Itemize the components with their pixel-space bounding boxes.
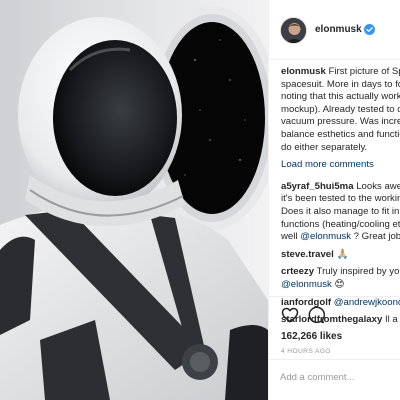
comment-text: ? Great job xyxy=(351,231,400,243)
caption-line: vacuum pressure. Was incredibly hard xyxy=(281,116,400,128)
post-actions: 162,266 likes 4 HOURS AGO xyxy=(269,296,400,392)
comment-text: well xyxy=(281,231,298,243)
comment-username[interactable]: a5yraf_5hui5ma xyxy=(281,181,354,192)
comment-item: a5yraf_5hui5ma Looks awesome! Has it's b… xyxy=(281,181,400,244)
spacesuit-photo xyxy=(0,0,268,400)
caption: elonmusk First picture of SpaceX spacesu… xyxy=(281,66,400,154)
post-side-panel: elonmusk elonmusk First picture of Space… xyxy=(268,0,400,400)
comment-item: crteezy Truly inspired by your work @elo… xyxy=(281,266,400,291)
comment-mention[interactable]: @elonmusk xyxy=(281,279,332,290)
comment-text: 😍 xyxy=(331,278,345,290)
caption-line: spacesuit. More in days to follow. xyxy=(281,78,400,90)
post-photo[interactable] xyxy=(0,0,268,400)
like-count[interactable]: 162,266 likes xyxy=(281,331,342,342)
caption-line: do either separately. xyxy=(281,141,368,153)
caption-line: balance esthetics and function. Easy xyxy=(281,128,400,140)
comment-bubble-icon[interactable] xyxy=(307,306,325,324)
comment-text: Looks awesome! Has xyxy=(356,180,400,192)
comment-mention[interactable]: @elonmusk xyxy=(300,231,351,242)
caption-username[interactable]: elonmusk xyxy=(281,66,326,77)
comment-list: elonmusk First picture of SpaceX spacesu… xyxy=(281,66,400,332)
load-more-comments-link[interactable]: Load more comments xyxy=(281,159,400,172)
comment-username[interactable]: steve.travel xyxy=(281,249,334,260)
comment-text: 🙏🏼 xyxy=(336,248,349,260)
comment-item: steve.travel 🙏🏼 xyxy=(281,249,400,262)
add-comment-bar xyxy=(269,359,400,393)
avatar[interactable] xyxy=(280,17,307,44)
comment-text: functions (heating/cooling etc...) as xyxy=(281,218,400,230)
comment-text: Does it also manage to fit in other xyxy=(281,205,400,217)
comment-text: Truly inspired by your work xyxy=(316,266,400,278)
caption-line: First picture of SpaceX xyxy=(328,66,400,77)
caption-line: mockup). Already tested to double xyxy=(281,103,400,115)
post-timestamp[interactable]: 4 HOURS AGO xyxy=(281,348,331,355)
comment-username[interactable]: crteezy xyxy=(281,266,314,277)
add-comment-input[interactable] xyxy=(280,368,398,386)
heart-icon[interactable] xyxy=(281,306,299,324)
post-header: elonmusk xyxy=(269,0,400,60)
post-author-username[interactable]: elonmusk xyxy=(315,24,362,35)
verified-badge-icon xyxy=(364,24,375,35)
comment-text: it's been tested to the working envir xyxy=(281,193,400,205)
caption-line: noting that this actually works (not a xyxy=(281,91,400,103)
helmet-visor xyxy=(53,40,177,196)
